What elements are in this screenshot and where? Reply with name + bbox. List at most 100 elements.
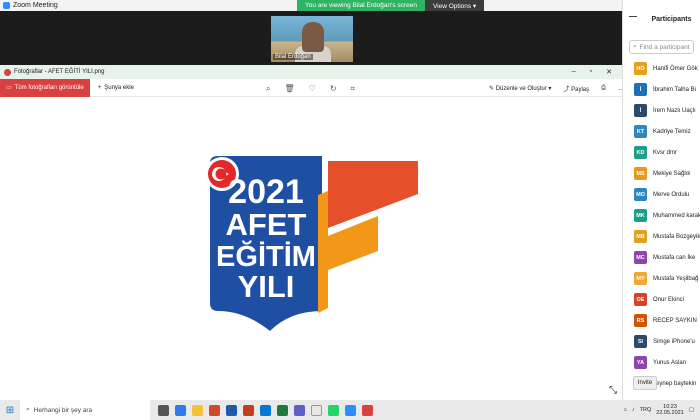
print-icon[interactable]: ⎙ — [601, 85, 606, 92]
participant-avatar: YA — [634, 356, 647, 369]
system-tray: ⌂ ♪ TRQ 10:23 22.05.2021 ▢ — [624, 404, 700, 416]
participant-avatar: MO — [634, 188, 647, 201]
participant-search-input[interactable]: ⌕ Find a participant — [629, 40, 694, 54]
photos-app-tab[interactable]: Fotoğraflar - AFET EĞİTİ YILI.png — [4, 68, 105, 76]
windows-start-icon[interactable]: ⊞ — [0, 400, 20, 420]
excel-icon[interactable] — [277, 404, 288, 416]
participant-row[interactable]: YA Yunus Aslan — [623, 352, 700, 373]
crop-icon[interactable]: ⌗ — [351, 84, 356, 94]
participant-name: Kadriye Temiz — [653, 128, 691, 135]
video-person — [302, 22, 324, 52]
participant-name: Mustafa can İke — [653, 254, 696, 261]
clock-date: 22.05.2021 — [656, 410, 684, 416]
participant-avatar: KT — [634, 125, 647, 138]
participant-avatar: MS — [634, 167, 647, 180]
share-banner: You are viewing Bilal Erdoğan's screen V… — [297, 0, 485, 11]
participant-row[interactable]: OE Onur Ekinci — [623, 289, 700, 310]
taskbar-search-input[interactable]: ⌕ Herhangi bir şey ara — [20, 400, 150, 420]
invite-button[interactable]: Invite — [633, 376, 657, 390]
maximize-icon[interactable]: ▫ — [590, 68, 592, 76]
mail-icon[interactable] — [260, 404, 271, 416]
participant-row[interactable]: MS Mekiye Sağlık — [623, 163, 700, 184]
delete-icon[interactable]: 🗑 — [284, 84, 294, 94]
video-name-label: Bilal Erdoğan — [273, 54, 313, 60]
participant-avatar: MY — [634, 272, 647, 285]
participant-row[interactable]: HÖ Hanifi Ömer Gök — [623, 58, 700, 79]
participant-row[interactable]: SI Simge iPhone'u — [623, 331, 700, 352]
see-all-photos-button[interactable]: ▭ Tüm fotoğrafları görüntüle — [0, 78, 90, 97]
clock[interactable]: 10:23 22.05.2021 — [656, 404, 684, 416]
collapse-icon[interactable] — [629, 16, 637, 17]
participant-row[interactable]: MY Mustafa Yeşilbağ — [623, 268, 700, 289]
participants-title: Participants — [651, 15, 692, 23]
participant-avatar: MB — [634, 230, 647, 243]
rotate-icon[interactable]: ↻ — [330, 84, 337, 94]
participant-avatar: HÖ — [634, 62, 647, 75]
participant-row[interactable]: İ İrem Nazlı Uaçlı — [623, 100, 700, 121]
view-options-button[interactable]: View Options ▾ — [424, 0, 485, 11]
whatsapp-icon[interactable] — [328, 404, 339, 416]
file-explorer-icon[interactable] — [192, 404, 203, 416]
video-strip: Bilal Erdoğan — [0, 11, 622, 65]
participant-name: zeynep baytekin — [653, 380, 697, 387]
volume-icon[interactable]: ♪ — [632, 407, 635, 413]
participant-row[interactable]: MK Muhammed karaka — [623, 205, 700, 226]
edit-create-button[interactable]: ✎ Düzenle ve Oluştur ▾ — [489, 85, 551, 92]
logo-book-orange-2 — [318, 191, 328, 313]
add-to-button[interactable]: + Şunya ekle — [98, 85, 134, 91]
close-icon[interactable]: ✕ — [606, 68, 612, 76]
participant-row[interactable]: KT Kadriye Temiz — [623, 121, 700, 142]
network-icon[interactable]: ⌂ — [624, 407, 627, 413]
participant-row[interactable]: RS RECEP SAYKIN — [623, 310, 700, 331]
participant-avatar: MK — [634, 209, 647, 222]
edit-icon: ✎ — [489, 86, 495, 92]
teams-icon[interactable] — [294, 404, 305, 416]
taskbar-apps — [158, 404, 373, 416]
windows-taskbar: ⊞ ⌕ Herhangi bir şey ara ⌂ ♪ TRQ 10:23 2… — [0, 400, 700, 420]
zoom-icon[interactable] — [345, 404, 356, 416]
participant-name: Mustafa Bozgeyik — [653, 233, 700, 240]
word-icon[interactable] — [226, 404, 237, 416]
participant-row[interactable]: MO Merve Ordulu — [623, 184, 700, 205]
office-icon[interactable] — [209, 404, 220, 416]
participant-name: Merve Ordulu — [653, 191, 690, 198]
participant-name: Hanifi Ömer Gök — [653, 65, 698, 72]
participant-avatar: İ — [634, 83, 647, 96]
task-view-icon[interactable] — [158, 404, 169, 416]
logo-word-afet: AFET — [226, 207, 307, 242]
participant-name: Simge iPhone'u — [653, 338, 695, 345]
search-icon: ⌕ — [633, 43, 637, 50]
participant-name: Onur Ekinci — [653, 296, 685, 303]
photos-icon[interactable] — [362, 404, 373, 416]
participant-name: Yunus Aslan — [653, 359, 687, 366]
language-indicator[interactable]: TRQ — [640, 407, 652, 413]
participant-row[interactable]: İ İbrahim Talha Bi — [623, 79, 700, 100]
fullscreen-icon[interactable]: ⤡ — [609, 385, 617, 396]
zoom-icon[interactable]: ⌕ — [266, 84, 270, 94]
participant-name: Kvsr dmr — [653, 149, 677, 156]
participant-row[interactable]: KD Kvsr dmr — [623, 142, 700, 163]
participant-avatar: MC — [634, 251, 647, 264]
powerpoint-icon[interactable] — [243, 404, 254, 416]
favorite-icon[interactable]: ♡ — [309, 84, 316, 94]
participant-video-thumbnail[interactable]: Bilal Erdoğan — [271, 16, 353, 62]
photos-app-icon — [4, 68, 11, 76]
chrome-icon[interactable] — [311, 404, 322, 416]
gallery-icon: ▭ — [6, 85, 12, 91]
participant-row[interactable]: MC Mustafa can İke — [623, 247, 700, 268]
window-title: Zoom Meeting — [13, 2, 58, 9]
participant-avatar: SI — [634, 335, 647, 348]
share-icon: ⤴ — [563, 87, 570, 93]
minimize-icon[interactable]: – — [572, 68, 576, 76]
share-button[interactable]: ⤴ Paylaş — [563, 84, 589, 93]
taskbar-search-placeholder: Herhangi bir şey ara — [33, 406, 93, 414]
logo-word-yili: YILI — [238, 269, 295, 304]
participant-name: RECEP SAYKIN — [653, 317, 697, 324]
photos-file-title: Fotoğraflar - AFET EĞİTİ YILI.png — [14, 69, 105, 75]
logo-year: 2021 — [228, 173, 304, 211]
participant-row[interactable]: MB Mustafa Bozgeyik — [623, 226, 700, 247]
logo-book-red — [328, 161, 418, 228]
participants-panel: Participants ⌕ Find a participant HÖ Hani… — [622, 0, 700, 400]
edge-icon[interactable] — [175, 404, 186, 416]
notifications-icon[interactable]: ▢ — [689, 407, 694, 413]
